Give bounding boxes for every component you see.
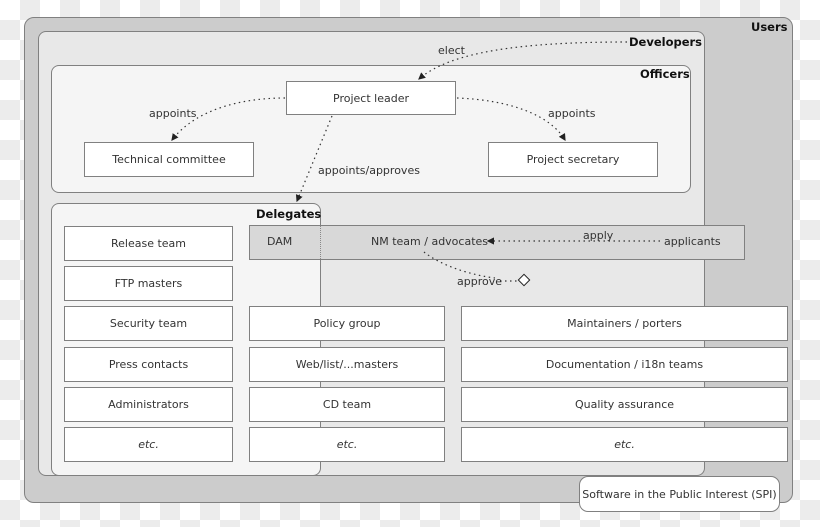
team-box: Press contacts (64, 347, 233, 382)
team-box: Release team (64, 226, 233, 261)
apply-label: apply (583, 229, 614, 242)
approve-label: approve (457, 275, 502, 288)
team-label: Quality assurance (574, 398, 675, 411)
technical-committee-box: Technical committee (84, 142, 254, 177)
project-secretary-box: Project secretary (488, 142, 658, 177)
project-leader-label: Project leader (333, 91, 409, 105)
team-label: Documentation / i18n teams (545, 358, 704, 371)
technical-committee-label: Technical committee (112, 153, 226, 166)
team-label: Maintainers / porters (567, 317, 682, 330)
spi-label: Software in the Public Interest (SPI) (582, 487, 777, 501)
team-label: Release team (110, 237, 186, 250)
applicants-label: applicants (664, 235, 721, 248)
team-label: CD team (322, 398, 372, 411)
team-label: Policy group (313, 317, 381, 330)
officers-title: Officers (640, 67, 690, 81)
team-label: FTP masters (114, 277, 183, 290)
delegates-title: Delegates (256, 207, 322, 221)
team-label: Press contacts (108, 358, 189, 371)
team-label: etc. (614, 438, 635, 451)
dam-divider (320, 226, 321, 259)
team-box: CD team (249, 387, 445, 422)
dam-label: DAM (267, 235, 293, 248)
team-label: Administrators (108, 398, 189, 411)
developers-title: Developers (629, 35, 703, 49)
team-box: Administrators (64, 387, 233, 422)
project-secretary-label: Project secretary (526, 153, 620, 166)
team-box: Security team (64, 306, 233, 341)
appoints-right-label: appoints (548, 107, 596, 120)
spi-box: Software in the Public Interest (SPI) (579, 476, 780, 512)
team-box: Documentation / i18n teams (461, 347, 788, 382)
team-box: Policy group (249, 306, 445, 341)
team-label: Security team (109, 317, 188, 330)
team-box: Web/list/...masters (249, 347, 445, 382)
appoints-left-label: appoints (149, 107, 197, 120)
team-box: FTP masters (64, 266, 233, 301)
elect-label: elect (438, 44, 465, 57)
users-title: Users (751, 20, 788, 34)
team-box: Maintainers / porters (461, 306, 788, 341)
nm-team-label: NM team / advocates (371, 235, 489, 248)
team-box: Quality assurance (461, 387, 788, 422)
project-leader-box: Project leader (286, 81, 456, 115)
appoints-approves-label: appoints/approves (318, 164, 420, 177)
team-box: etc. (461, 427, 788, 462)
team-label: etc. (336, 438, 358, 451)
team-box: etc. (64, 427, 233, 462)
team-label: etc. (138, 438, 159, 451)
team-box: etc. (249, 427, 445, 462)
team-label: Web/list/...masters (295, 358, 399, 371)
